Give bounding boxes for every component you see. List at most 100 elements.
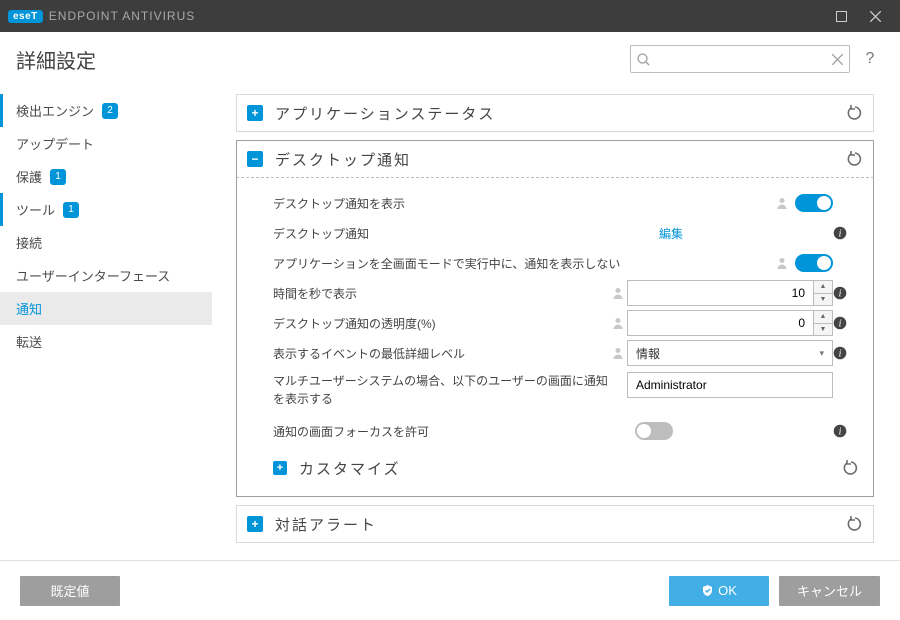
section-title: アプリケーションステータス <box>275 103 847 124</box>
info-icon[interactable]: i <box>833 346 859 360</box>
sidebar-item-update[interactable]: アップデート <box>0 127 212 160</box>
row-label: アプリケーションを全画面モードで実行中に、通知を表示しない <box>273 255 773 272</box>
row-label: デスクトップ通知を表示 <box>273 195 773 212</box>
row-multiuser: マルチユーザーシステムの場合、以下のユーザーの画面に通知を表示する <box>273 368 859 410</box>
row-label: デスクトップ通知 <box>273 225 659 242</box>
sidebar-item-ui[interactable]: ユーザーインターフェース <box>0 259 212 292</box>
svg-text:i: i <box>839 229 842 240</box>
defaults-button[interactable]: 既定値 <box>20 576 120 606</box>
footer: 既定値 OK キャンセル <box>0 560 900 620</box>
window-maximize-icon[interactable] <box>824 0 858 32</box>
section-desktop-notification-body: デスクトップ通知を表示 デスクトップ通知 編集 i アプリケーションを全画面モー… <box>236 178 874 497</box>
policy-icon <box>773 257 791 269</box>
info-icon[interactable]: i <box>833 286 859 300</box>
search-field[interactable] <box>630 45 850 73</box>
reset-icon[interactable] <box>847 105 863 121</box>
svg-text:i: i <box>839 349 842 360</box>
sidebar-badge: 1 <box>63 202 79 218</box>
titlebar: eseT ENDPOINT ANTIVIRUS <box>0 0 900 32</box>
svg-text:i: i <box>839 319 842 330</box>
policy-icon <box>773 197 791 209</box>
sidebar-item-label: 通知 <box>16 299 42 318</box>
row-seconds: 時間を秒で表示 ▲▼ i <box>273 278 859 308</box>
row-fullscreen-suppress: アプリケーションを全画面モードで実行中に、通知を表示しない <box>273 248 859 278</box>
search-input[interactable] <box>654 51 828 67</box>
section-desktop-notification-header[interactable]: − デスクトップ通知 <box>236 140 874 178</box>
step-up-icon[interactable]: ▲ <box>814 281 832 294</box>
sidebar-item-connection[interactable]: 接続 <box>0 226 212 259</box>
brand-logo: eseT <box>8 10 43 23</box>
window-close-icon[interactable] <box>858 0 892 32</box>
step-up-icon[interactable]: ▲ <box>814 311 832 324</box>
cancel-button[interactable]: キャンセル <box>779 576 880 606</box>
brand-product: ENDPOINT ANTIVIRUS <box>49 9 195 23</box>
row-opacity: デスクトップ通知の透明度(%) ▲▼ i <box>273 308 859 338</box>
seconds-stepper[interactable]: ▲▼ <box>627 280 833 306</box>
sidebar-item-label: 保護 <box>16 167 42 186</box>
reset-icon[interactable] <box>847 151 863 167</box>
sidebar-item-label: 転送 <box>16 332 42 351</box>
shield-check-icon <box>701 584 714 597</box>
opacity-stepper[interactable]: ▲▼ <box>627 310 833 336</box>
seconds-input[interactable] <box>627 280 813 306</box>
sidebar-item-notification[interactable]: 通知 <box>0 292 212 325</box>
min-level-select[interactable]: 情報 ▾ <box>627 340 833 366</box>
row-min-level: 表示するイベントの最低詳細レベル 情報 ▾ i <box>273 338 859 368</box>
chevron-down-icon: ▾ <box>819 348 824 359</box>
row-label: マルチユーザーシステムの場合、以下のユーザーの画面に通知を表示する <box>273 372 627 408</box>
sidebar-item-label: アップデート <box>16 134 94 153</box>
svg-text:i: i <box>839 289 842 300</box>
sidebar-item-forwarding[interactable]: 転送 <box>0 325 212 358</box>
row-focus: 通知の画面フォーカスを許可 i <box>273 416 859 446</box>
row-label: 通知の画面フォーカスを許可 <box>273 423 631 440</box>
sidebar-item-protection[interactable]: 保護 1 <box>0 160 212 193</box>
search-clear-icon[interactable] <box>832 54 843 65</box>
help-button[interactable]: ? <box>856 50 884 68</box>
sidebar: 検出エンジン 2 アップデート 保護 1 ツール 1 接続 ユーザーインターフェ… <box>0 80 212 560</box>
edit-link[interactable]: 編集 <box>659 225 683 242</box>
section-app-status[interactable]: + アプリケーションステータス <box>236 94 874 132</box>
info-icon[interactable]: i <box>833 316 859 330</box>
search-icon <box>637 53 650 66</box>
ok-button[interactable]: OK <box>669 576 769 606</box>
section-title: デスクトップ通知 <box>275 149 847 170</box>
section-title: カスタマイズ <box>299 458 843 479</box>
info-icon[interactable]: i <box>833 226 859 240</box>
row-edit-notifications: デスクトップ通知 編集 i <box>273 218 859 248</box>
sidebar-item-detection-engine[interactable]: 検出エンジン 2 <box>0 94 212 127</box>
policy-icon <box>609 347 627 359</box>
toggle-show-notification[interactable] <box>795 194 833 212</box>
page-title: 詳細設定 <box>16 45 630 74</box>
sidebar-item-tools[interactable]: ツール 1 <box>0 193 212 226</box>
collapse-icon[interactable]: − <box>247 151 263 167</box>
sidebar-badge: 2 <box>102 103 118 119</box>
expand-icon[interactable]: + <box>273 461 287 475</box>
info-icon[interactable]: i <box>833 424 859 438</box>
row-label: 表示するイベントの最低詳細レベル <box>273 345 609 362</box>
multiuser-input[interactable] <box>627 372 833 398</box>
expand-icon[interactable]: + <box>247 516 263 532</box>
section-title: 対話アラート <box>275 514 847 535</box>
ok-label: OK <box>718 583 737 598</box>
step-down-icon[interactable]: ▼ <box>814 294 832 306</box>
section-interactive-alerts[interactable]: + 対話アラート <box>236 505 874 543</box>
step-down-icon[interactable]: ▼ <box>814 324 832 336</box>
main-content: + アプリケーションステータス − デスクトップ通知 デスクトップ通知を表示 <box>212 80 900 560</box>
toggle-focus[interactable] <box>635 422 673 440</box>
policy-icon <box>609 317 627 329</box>
toggle-fullscreen-suppress[interactable] <box>795 254 833 272</box>
policy-icon <box>609 287 627 299</box>
sidebar-badge: 1 <box>50 169 66 185</box>
reset-icon[interactable] <box>847 516 863 532</box>
opacity-input[interactable] <box>627 310 813 336</box>
expand-icon[interactable]: + <box>247 105 263 121</box>
sidebar-item-label: 接続 <box>16 233 42 252</box>
subsection-customize[interactable]: + カスタマイズ <box>273 450 859 486</box>
sidebar-item-label: ツール <box>16 200 55 219</box>
svg-text:i: i <box>839 427 842 438</box>
sidebar-item-label: ユーザーインターフェース <box>16 266 170 285</box>
reset-icon[interactable] <box>843 460 859 476</box>
sidebar-item-label: 検出エンジン <box>16 101 94 120</box>
row-label: デスクトップ通知の透明度(%) <box>273 315 609 332</box>
select-value: 情報 <box>636 345 660 362</box>
